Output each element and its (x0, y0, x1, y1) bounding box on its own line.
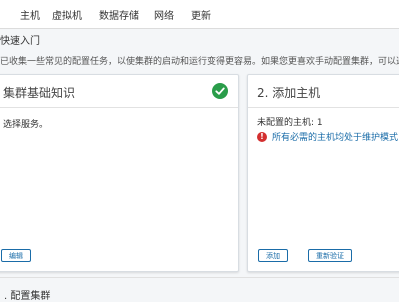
cluster-basics-card: 集群基础知识 选择服务。 编辑 (0, 74, 239, 272)
tab-networks[interactable]: 网络 (154, 7, 174, 22)
add-hosts-title: 2. 添加主机 (257, 86, 321, 100)
section-divider (0, 277, 399, 278)
card-divider (248, 107, 399, 108)
maintenance-warning-link[interactable]: 所有必需的主机均处于维护模式 (272, 130, 398, 143)
revalidate-button[interactable]: 重新验证 (308, 249, 352, 262)
intro-text: 已收集一些常见的配置任务，以使集群的启动和运行变得更容易。如果您更喜欢手动配置集… (0, 57, 399, 67)
cluster-basics-title: 集群基础知识 (3, 86, 76, 100)
tab-hosts[interactable]: 主机 (20, 7, 40, 22)
error-icon: ! (257, 131, 267, 142)
cluster-basics-body: 选择服务。 (3, 120, 49, 130)
section-title: 快速入门 (0, 36, 40, 47)
check-circle-icon (212, 83, 228, 99)
add-hosts-card: 2. 添加主机 未配置的主机: 1 ! 所有必需的主机均处于维护模式 添加 重新… (247, 74, 399, 272)
edit-button[interactable]: 编辑 (1, 249, 31, 262)
tab-datastores[interactable]: 数据存储 (99, 7, 139, 22)
tab-bar: 主机 虚拟机 数据存储 网络 更新 (0, 0, 399, 29)
tab-updates[interactable]: 更新 (191, 7, 211, 22)
maintenance-warning[interactable]: ! 所有必需的主机均处于维护模式 (257, 130, 398, 143)
card-divider (0, 107, 238, 108)
tab-vms[interactable]: 虚拟机 (52, 7, 82, 22)
unconfigured-hosts-text: 未配置的主机: 1 (257, 118, 323, 128)
add-button[interactable]: 添加 (258, 249, 288, 262)
